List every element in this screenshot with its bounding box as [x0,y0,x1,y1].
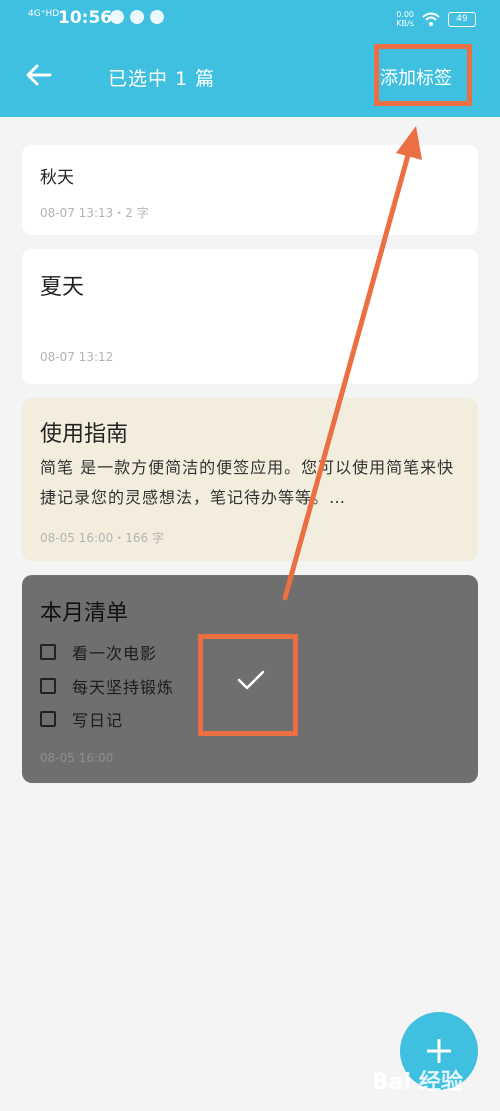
note-meta: 08-07 13:13・2 字 [40,206,149,220]
highlight-box-add-tag [374,44,472,106]
note-meta: 08-05 16:00 [40,751,114,765]
note-title: 使用指南 [40,422,129,447]
checkbox-icon[interactable] [40,644,56,660]
highlight-box-selected [198,634,298,736]
checklist-item-label: 每天坚持锻炼 [72,678,175,697]
network-speed-unit: KB/s [396,19,414,28]
note-title: 夏天 [40,275,85,300]
mail-icon [130,10,144,24]
checklist-item-label: 看一次电影 [72,644,158,663]
checkbox-icon[interactable] [40,711,56,727]
battery-icon: 49 [448,11,476,27]
checklist-item[interactable]: 写日记 [40,707,123,731]
network-indicator: 4G⁺HD [28,9,60,19]
app-icon [150,10,164,24]
note-meta: 08-05 16:00・166 字 [40,531,164,545]
note-title: 秋天 [40,168,74,188]
selection-count-title: 已选中 1 篇 [108,68,216,90]
watermark-logo: Bai 经验 [372,1070,463,1095]
note-preview: 简笔 是一款方便简洁的便签应用。您可以使用简笔来快捷记录您的灵感想法，笔记待办等… [40,458,455,507]
note-title: 本月清单 [40,601,129,626]
network-speed-value: 0.00 [396,10,414,19]
notification-icons [110,10,164,24]
plus-icon [427,1039,451,1063]
checkbox-icon[interactable] [40,678,56,694]
wifi-icon [422,12,440,26]
note-card[interactable]: 夏天 08-07 13:12 [22,249,478,384]
status-bar: 4G⁺HD 10:56 0.00 KB/s 49 [0,0,500,38]
note-card[interactable]: 秋天 08-07 13:13・2 字 [22,145,478,235]
checklist-item[interactable]: 看一次电影 [40,640,157,664]
note-card[interactable]: 使用指南 简笔 是一款方便简洁的便签应用。您可以使用简笔来快捷记录您的灵感想法，… [22,398,478,561]
status-right: 0.00 KB/s 49 [396,10,476,28]
note-meta: 08-07 13:12 [40,350,114,364]
checklist-item-label: 写日记 [72,711,124,730]
status-time: 10:56 [58,8,113,28]
notification-icon [110,10,124,24]
back-arrow-icon[interactable] [24,60,54,90]
checklist-item[interactable]: 每天坚持锻炼 [40,674,174,698]
